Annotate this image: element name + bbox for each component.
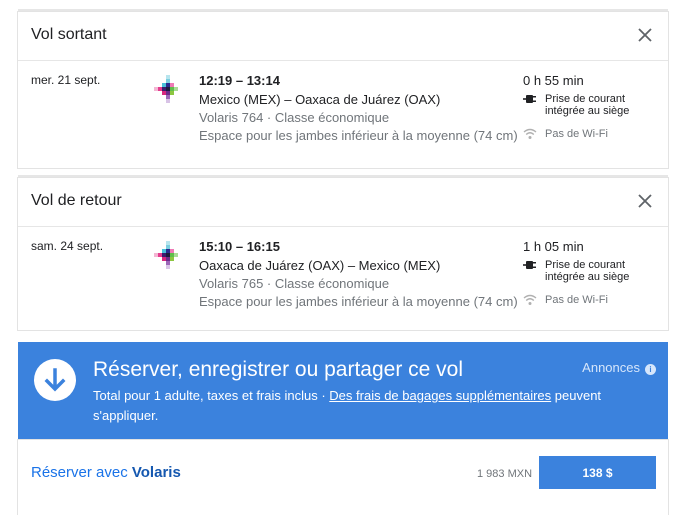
outbound-title: Vol sortant <box>31 26 107 43</box>
booking-row: Réserver avec Volaris 1 983 MXN 138 $ <box>18 440 668 515</box>
outbound-card: Vol sortant mer. 21 sept. 12:19 – 13:14 … <box>18 12 668 168</box>
return-header: Vol de retour <box>18 178 668 227</box>
outbound-times: 12:19 – 13:14 <box>199 73 280 88</box>
return-date: sam. 24 sept. <box>31 239 104 253</box>
volaris-logo-icon <box>154 75 178 103</box>
banner-subtitle: Total pour 1 adulte, taxes et frais incl… <box>93 386 613 426</box>
outbound-route: Mexico (MEX) – Oaxaca de Juárez (OAX) <box>199 92 441 107</box>
return-route: Oaxaca de Juárez (OAX) – Mexico (MEX) <box>199 258 441 273</box>
book-prefix: Réserver avec <box>31 464 132 481</box>
outbound-flight-info: Volaris 764 · Classe économique <box>199 110 390 125</box>
power-plug-icon <box>523 261 536 269</box>
power-label: Prise de courant intégrée au siège <box>545 259 630 283</box>
volaris-logo-icon <box>154 241 178 269</box>
return-legroom: Espace pour les jambes inférieur à la mo… <box>199 294 518 309</box>
no-wifi-icon <box>523 128 537 139</box>
power-label: Prise de courant intégrée au siège <box>545 93 630 117</box>
wifi-label: Pas de Wi-Fi <box>545 294 608 306</box>
return-card: Vol de retour sam. 24 sept. 15:10 – 16:1… <box>18 178 668 330</box>
return-duration: 1 h 05 min <box>523 239 584 254</box>
close-icon[interactable] <box>636 192 654 210</box>
power-plug-icon <box>523 95 536 103</box>
outbound-leg: mer. 21 sept. 12:19 – 13:14 Mexico (MEX)… <box>18 61 668 169</box>
info-icon: i <box>645 364 656 375</box>
outbound-header: Vol sortant <box>18 12 668 61</box>
booking-banner: Réserver, enregistrer ou partager ce vol… <box>18 342 668 440</box>
arrow-down-circle-icon <box>44 368 66 392</box>
baggage-fees-link[interactable]: Des frais de bagages supplémentaires <box>329 388 551 403</box>
return-times: 15:10 – 16:15 <box>199 239 280 254</box>
close-icon[interactable] <box>636 26 654 44</box>
outbound-duration: 0 h 55 min <box>523 73 584 88</box>
wifi-label: Pas de Wi-Fi <box>545 128 608 140</box>
return-title: Vol de retour <box>31 192 122 209</box>
price-button[interactable]: 138 $ <box>539 456 656 489</box>
banner-title: Réserver, enregistrer ou partager ce vol <box>93 358 464 381</box>
no-wifi-icon <box>523 294 537 305</box>
price-mxn: 1 983 MXN <box>477 468 533 480</box>
return-flight-info: Volaris 765 · Classe économique <box>199 276 390 291</box>
ads-label[interactable]: Annonces i <box>582 360 656 375</box>
airline-name: Volaris <box>131 464 181 481</box>
return-leg: sam. 24 sept. 15:10 – 16:15 Oaxaca de Ju… <box>18 227 668 335</box>
ads-text: Annonces <box>582 360 640 375</box>
book-with-label[interactable]: Réserver avec Volaris <box>31 464 181 481</box>
outbound-date: mer. 21 sept. <box>31 73 101 87</box>
outbound-legroom: Espace pour les jambes inférieur à la mo… <box>199 128 518 143</box>
banner-total-text: Total pour 1 adulte, taxes et frais incl… <box>93 388 330 403</box>
download-button[interactable] <box>34 359 76 401</box>
